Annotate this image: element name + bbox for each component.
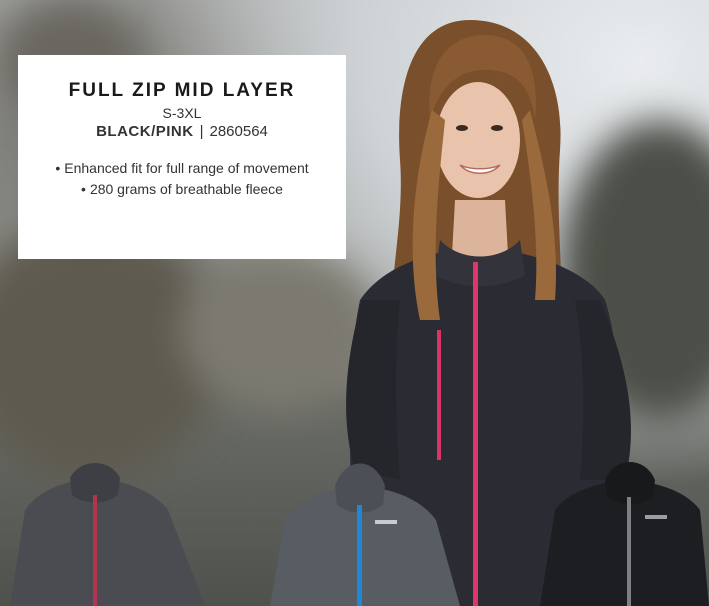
- product-sku: 2860564: [209, 123, 268, 140]
- feature-list: • Enhanced fit for full range of movement…: [18, 158, 346, 200]
- product-color: BLACK/PINK: [96, 123, 194, 140]
- feature-item: • Enhanced fit for full range of movement: [55, 160, 309, 176]
- bullet-icon: •: [81, 181, 86, 197]
- feature-item: • 280 grams of breathable fleece: [81, 181, 283, 197]
- model-arm-left: [346, 300, 400, 480]
- product-sizes: S-3XL: [162, 105, 202, 121]
- product-title: FULL ZIP MID LAYER: [68, 80, 296, 101]
- pink-zipper: [473, 262, 478, 606]
- bullet-icon: •: [55, 160, 61, 176]
- model-face: [436, 82, 520, 198]
- separator: |: [199, 123, 204, 140]
- model-arm-right: [575, 300, 631, 480]
- product-color-sku: BLACK/PINK | 2860564: [18, 123, 346, 140]
- product-info-card: FULL ZIP MID LAYER S-3XL BLACK/PINK | 2860…: [18, 55, 346, 259]
- pink-cord: [437, 330, 441, 460]
- model-neck: [452, 200, 508, 263]
- thumbnail-jacket-charcoal-pink: [10, 463, 205, 606]
